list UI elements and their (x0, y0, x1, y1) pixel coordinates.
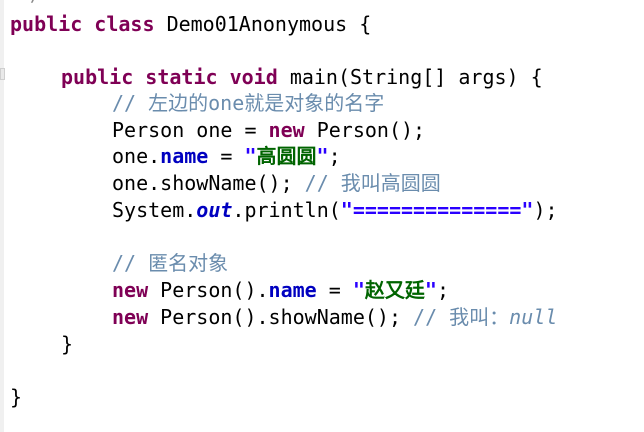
object-ref: one. (112, 144, 161, 168)
assign-operator: = (316, 278, 353, 302)
keyword-new: new (112, 305, 149, 329)
code-line-anon-assign[interactable]: new Person().name = "赵又廷"; (112, 277, 449, 303)
keyword-public: public (10, 12, 83, 36)
string-quote-close: " (316, 144, 329, 168)
inline-comment-null: null (509, 305, 558, 329)
code-line-comment-2[interactable]: // 匿名对象 (112, 250, 228, 276)
code-line-assign-name-1[interactable]: one.name = "高圆圆"; (112, 143, 341, 169)
field-name: name (160, 144, 209, 168)
code-line-class-declaration[interactable]: public class Demo01Anonymous { (10, 11, 371, 37)
fold-marker[interactable] (0, 68, 5, 80)
code-line-println[interactable]: System.out.println("=============="); (112, 197, 558, 223)
string-quote-open: " (244, 144, 257, 168)
inline-comment: // 我叫： (413, 305, 510, 329)
keyword-public: public (61, 65, 134, 89)
open-brace: { (359, 12, 372, 36)
code-line-comment-1[interactable]: // 左边的one就是对象的名字 (112, 90, 384, 116)
assign-operator: = (208, 144, 245, 168)
keyword-new: new (112, 278, 149, 302)
previous-line-fragment: / (30, 0, 41, 6)
anon-constructor: Person(). (148, 278, 269, 302)
string-value: 赵又廷 (364, 278, 425, 302)
code-line-main-method[interactable]: public static void main(String[] args) { (61, 64, 543, 90)
string-quote-close: " (424, 278, 437, 302)
method-call: one.showName(); (112, 171, 305, 195)
editor-gutter (0, 0, 4, 432)
keyword-static: static (145, 65, 218, 89)
code-line-call-showname-1[interactable]: one.showName(); // 我叫高圆圆 (112, 170, 441, 196)
semicolon: ; (436, 278, 449, 302)
code-editor[interactable]: / public class Demo01Anonymous { public … (0, 0, 644, 432)
semicolon: ; (328, 144, 341, 168)
field-name: name (268, 278, 317, 302)
class-name: Demo01Anonymous (166, 12, 348, 36)
string-literal: "==============" (340, 198, 534, 222)
type-and-variable: Person one = (112, 118, 269, 142)
call-close: ); (533, 198, 558, 222)
close-brace-class[interactable]: } (10, 384, 22, 410)
keyword-new: new (268, 118, 305, 142)
inline-comment: // 我叫高圆圆 (304, 171, 441, 195)
code-line-declaration[interactable]: Person one = new Person(); (112, 117, 425, 143)
keyword-void: void (229, 65, 278, 89)
keyword-class: class (94, 12, 155, 36)
println-call: .println( (232, 198, 341, 222)
string-quote-open: " (352, 278, 365, 302)
anon-method-call: Person().showName(); (148, 305, 414, 329)
close-brace-method[interactable]: } (61, 331, 73, 357)
method-signature: main(String[] args) { (289, 65, 543, 89)
code-line-anon-showname[interactable]: new Person().showName(); // 我叫：null (112, 304, 557, 330)
constructor-call: Person(); (316, 118, 426, 142)
static-field-out: out (196, 198, 233, 222)
string-value: 高圆圆 (256, 144, 317, 168)
system-ref: System. (112, 198, 197, 222)
